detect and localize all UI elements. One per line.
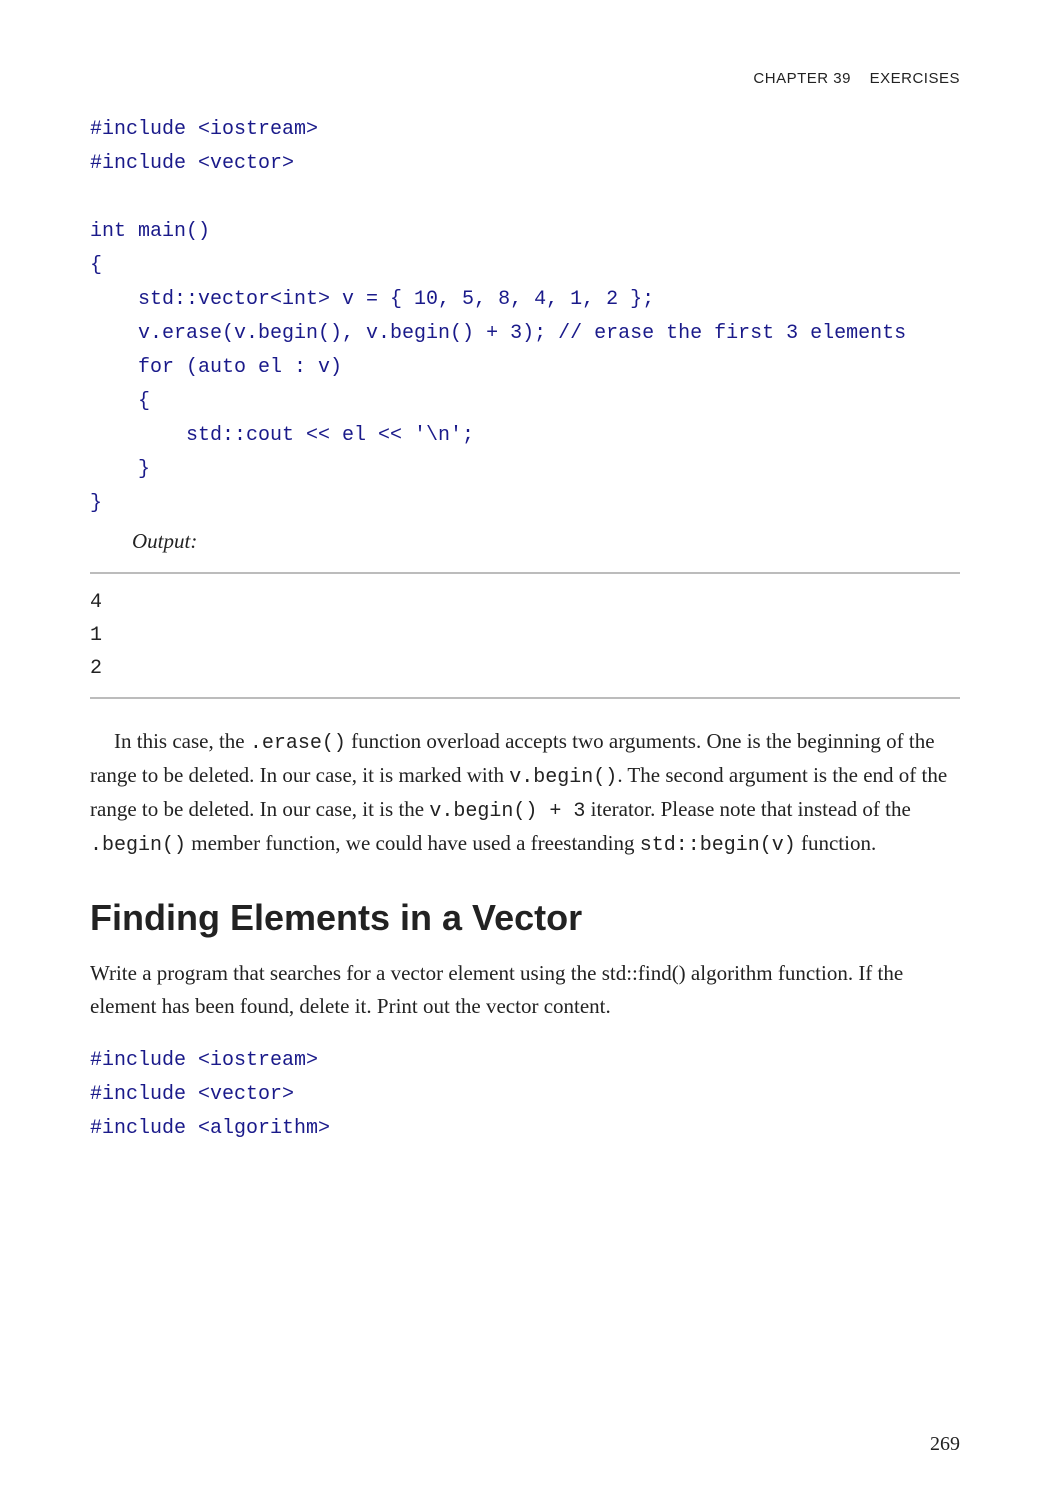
body-paragraph-1: In this case, the .erase() function over… [90,725,960,861]
page-header: CHAPTER 39 EXERCISES [90,70,960,87]
section-heading: Finding Elements in a Vector [90,897,960,939]
inline-code: std::begin(v) [640,834,796,857]
output-line: 1 [90,619,960,652]
output-line: 2 [90,652,960,685]
body-paragraph-2: Write a program that searches for a vect… [90,957,960,1022]
chapter-label: CHAPTER 39 [753,70,851,87]
output-label: Output: [132,529,960,554]
inline-code: .erase() [250,732,346,755]
chapter-title: EXERCISES [870,70,960,87]
inline-code: v.begin() + 3 [429,800,585,823]
inline-code: v.begin() [509,766,617,789]
code-block-1: #include <iostream> #include <vector> in… [90,113,960,521]
output-box: 4 1 2 [90,572,960,699]
code-block-2: #include <iostream> #include <vector> #i… [90,1044,960,1146]
page-number: 269 [930,1433,960,1456]
inline-code: .begin() [90,834,186,857]
output-line: 4 [90,586,960,619]
